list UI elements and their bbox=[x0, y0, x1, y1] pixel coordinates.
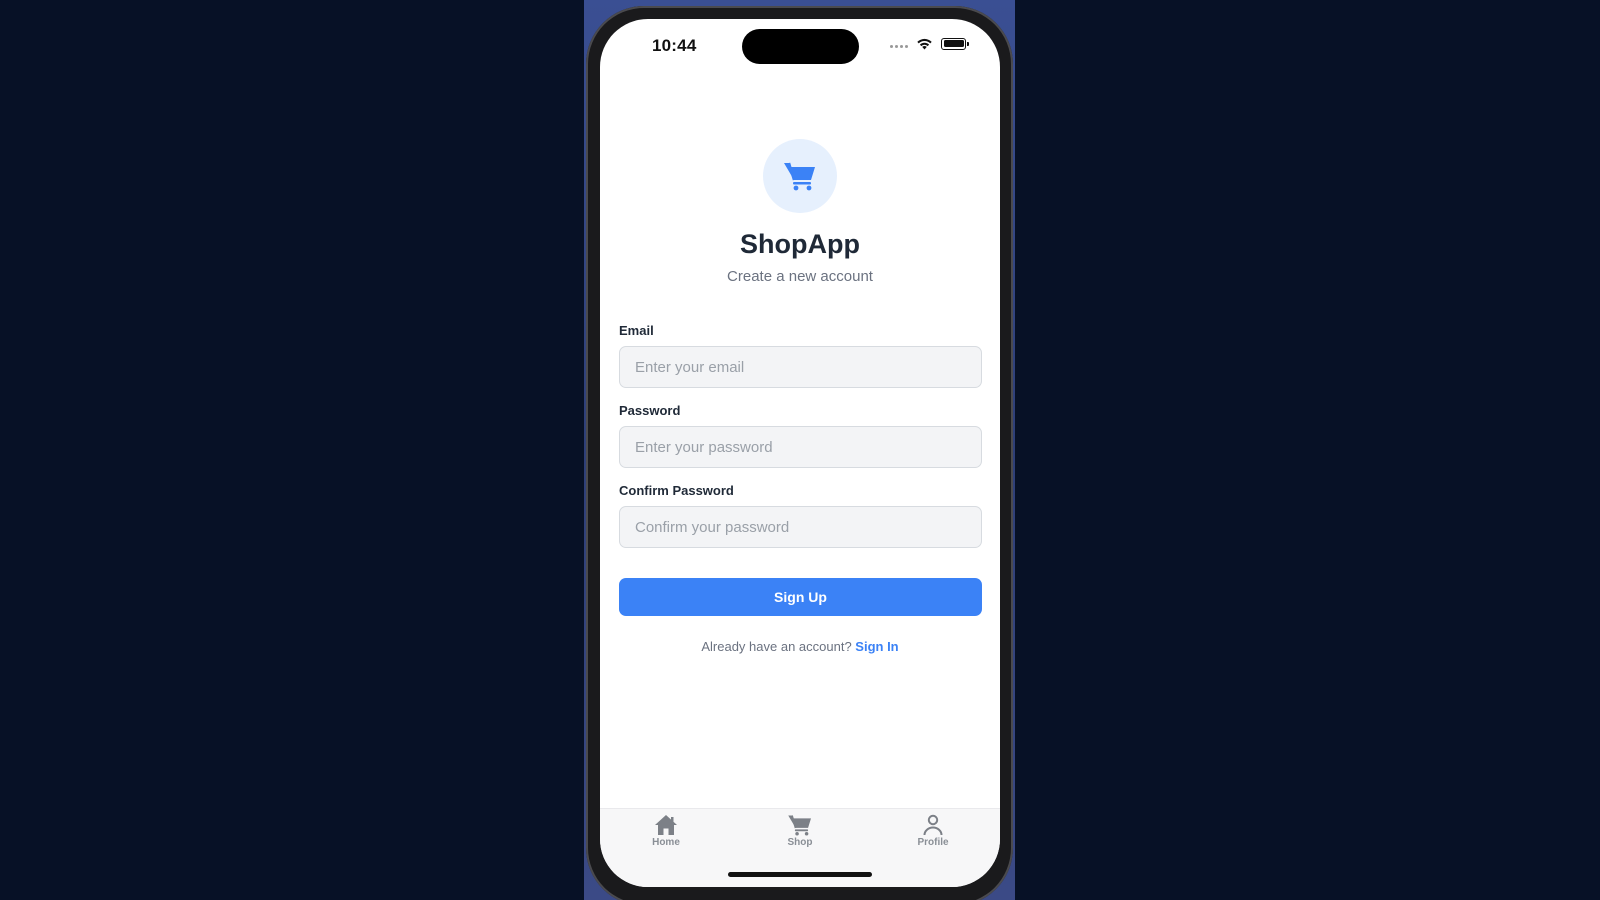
cellular-signal-icon bbox=[890, 45, 908, 48]
password-label: Password bbox=[619, 403, 681, 418]
battery-icon bbox=[941, 37, 969, 50]
password-field[interactable] bbox=[619, 426, 982, 468]
app-title: ShopApp bbox=[740, 229, 860, 259]
status-icons bbox=[890, 37, 969, 50]
backdrop-right bbox=[1015, 0, 1600, 900]
email-field[interactable] bbox=[619, 346, 982, 388]
tab-profile-label: Profile bbox=[917, 837, 949, 848]
signin-prompt: Already have an account? bbox=[701, 639, 852, 654]
tab-home[interactable]: Home bbox=[631, 814, 701, 848]
home-icon bbox=[655, 815, 677, 835]
home-indicator bbox=[728, 872, 872, 877]
email-label: Email bbox=[619, 323, 654, 338]
phone-screen: 10:44 ShopApp Create a new account Email… bbox=[600, 19, 1000, 887]
sign-up-button[interactable]: Sign Up bbox=[619, 578, 982, 616]
backdrop-left bbox=[0, 0, 584, 900]
person-icon bbox=[923, 814, 943, 836]
confirm-password-label: Confirm Password bbox=[619, 483, 734, 498]
tab-home-label: Home bbox=[652, 837, 680, 848]
wifi-icon bbox=[917, 38, 932, 50]
signin-row: Already have an account? Sign In bbox=[600, 639, 1000, 654]
confirm-password-field[interactable] bbox=[619, 506, 982, 548]
cart-icon bbox=[788, 815, 811, 836]
sign-in-link[interactable]: Sign In bbox=[855, 639, 898, 654]
cart-icon bbox=[784, 162, 815, 191]
status-time: 10:44 bbox=[652, 36, 697, 55]
app-subtitle: Create a new account bbox=[727, 268, 873, 285]
app-logo bbox=[763, 139, 837, 213]
tab-shop[interactable]: Shop bbox=[765, 814, 835, 848]
tab-profile[interactable]: Profile bbox=[898, 814, 968, 848]
tab-shop-label: Shop bbox=[787, 837, 813, 848]
dynamic-island bbox=[742, 29, 859, 64]
stage: 10:44 ShopApp Create a new account Email… bbox=[0, 0, 1600, 900]
status-bar: 10:44 bbox=[600, 19, 1000, 75]
